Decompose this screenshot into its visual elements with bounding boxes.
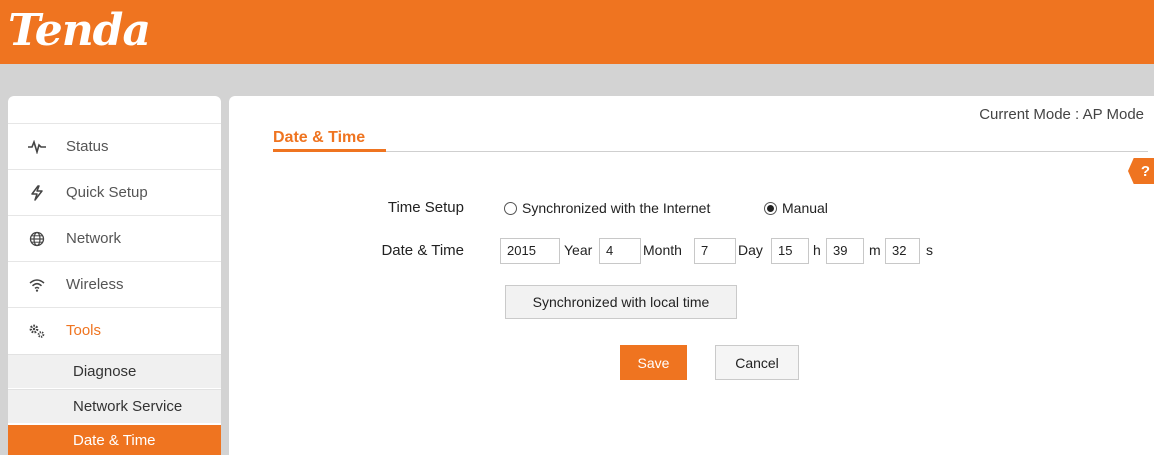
sidebar-item-label: Wireless	[66, 276, 124, 293]
title-underline	[273, 149, 386, 152]
month-input[interactable]: 4	[599, 238, 641, 264]
sidebar-item-status[interactable]: Status	[8, 123, 221, 169]
year-input[interactable]: 2015	[500, 238, 560, 264]
month-unit: Month	[643, 242, 682, 258]
sidebar-subitem-network-service[interactable]: Network Service	[8, 389, 221, 423]
sidebar: Status Quick Setup Network Wireless Tool…	[8, 96, 221, 455]
wifi-icon	[8, 278, 66, 292]
page-title: Date & Time	[273, 129, 366, 146]
sidebar-item-quick-setup[interactable]: Quick Setup	[8, 169, 221, 215]
sidebar-item-tools[interactable]: Tools	[8, 307, 221, 353]
radio-circle[interactable]	[504, 201, 517, 215]
day-input[interactable]: 7	[694, 238, 736, 264]
sidebar-item-label: Network	[66, 230, 122, 247]
sidebar-item-label: Status	[66, 138, 109, 155]
title-divider	[273, 151, 1148, 152]
main-panel: Current Mode : AP Mode Date & Time ? Tim…	[229, 96, 1154, 455]
top-header-bar: Tenda	[0, 0, 1154, 64]
minute-unit: m	[869, 242, 881, 258]
sidebar-item-network[interactable]: Network	[8, 215, 221, 261]
radio-manual-label: Manual	[782, 200, 828, 216]
globe-icon	[8, 231, 66, 247]
pulse-icon	[8, 139, 66, 154]
radio-sync-internet-label: Synchronized with the Internet	[522, 200, 711, 216]
sidebar-item-label: Quick Setup	[66, 184, 148, 201]
sidebar-subitem-date-time[interactable]: Date & Time	[8, 425, 221, 455]
sidebar-item-wireless[interactable]: Wireless	[8, 261, 221, 307]
hour-unit: h	[813, 242, 821, 258]
radio-circle[interactable]	[764, 201, 777, 215]
sidebar-subitem-diagnose[interactable]: Diagnose	[8, 354, 221, 388]
sidebar-item-label: Tools	[66, 322, 102, 339]
second-unit: s	[926, 242, 933, 258]
gears-icon	[8, 323, 66, 339]
cancel-button[interactable]: Cancel	[715, 345, 799, 380]
radio-manual[interactable]: Manual	[764, 200, 828, 216]
time-setup-label: Time Setup	[387, 199, 464, 216]
tenda-logo[interactable]: Tenda	[8, 4, 151, 58]
save-button[interactable]: Save	[620, 345, 687, 380]
year-unit: Year	[564, 242, 593, 258]
day-unit: Day	[738, 242, 763, 258]
sync-local-time-button[interactable]: Synchronized with local time	[505, 285, 737, 319]
date-time-label: Date & Time	[381, 242, 464, 259]
minute-input[interactable]: 39	[826, 238, 864, 264]
radio-sync-internet[interactable]: Synchronized with the Internet	[504, 200, 710, 216]
current-mode-text: Current Mode : AP Mode	[979, 106, 1144, 123]
hour-input[interactable]: 15	[771, 238, 809, 264]
second-input[interactable]: 32	[885, 238, 920, 264]
help-button[interactable]: ?	[1128, 158, 1154, 184]
lightning-icon	[8, 184, 66, 201]
